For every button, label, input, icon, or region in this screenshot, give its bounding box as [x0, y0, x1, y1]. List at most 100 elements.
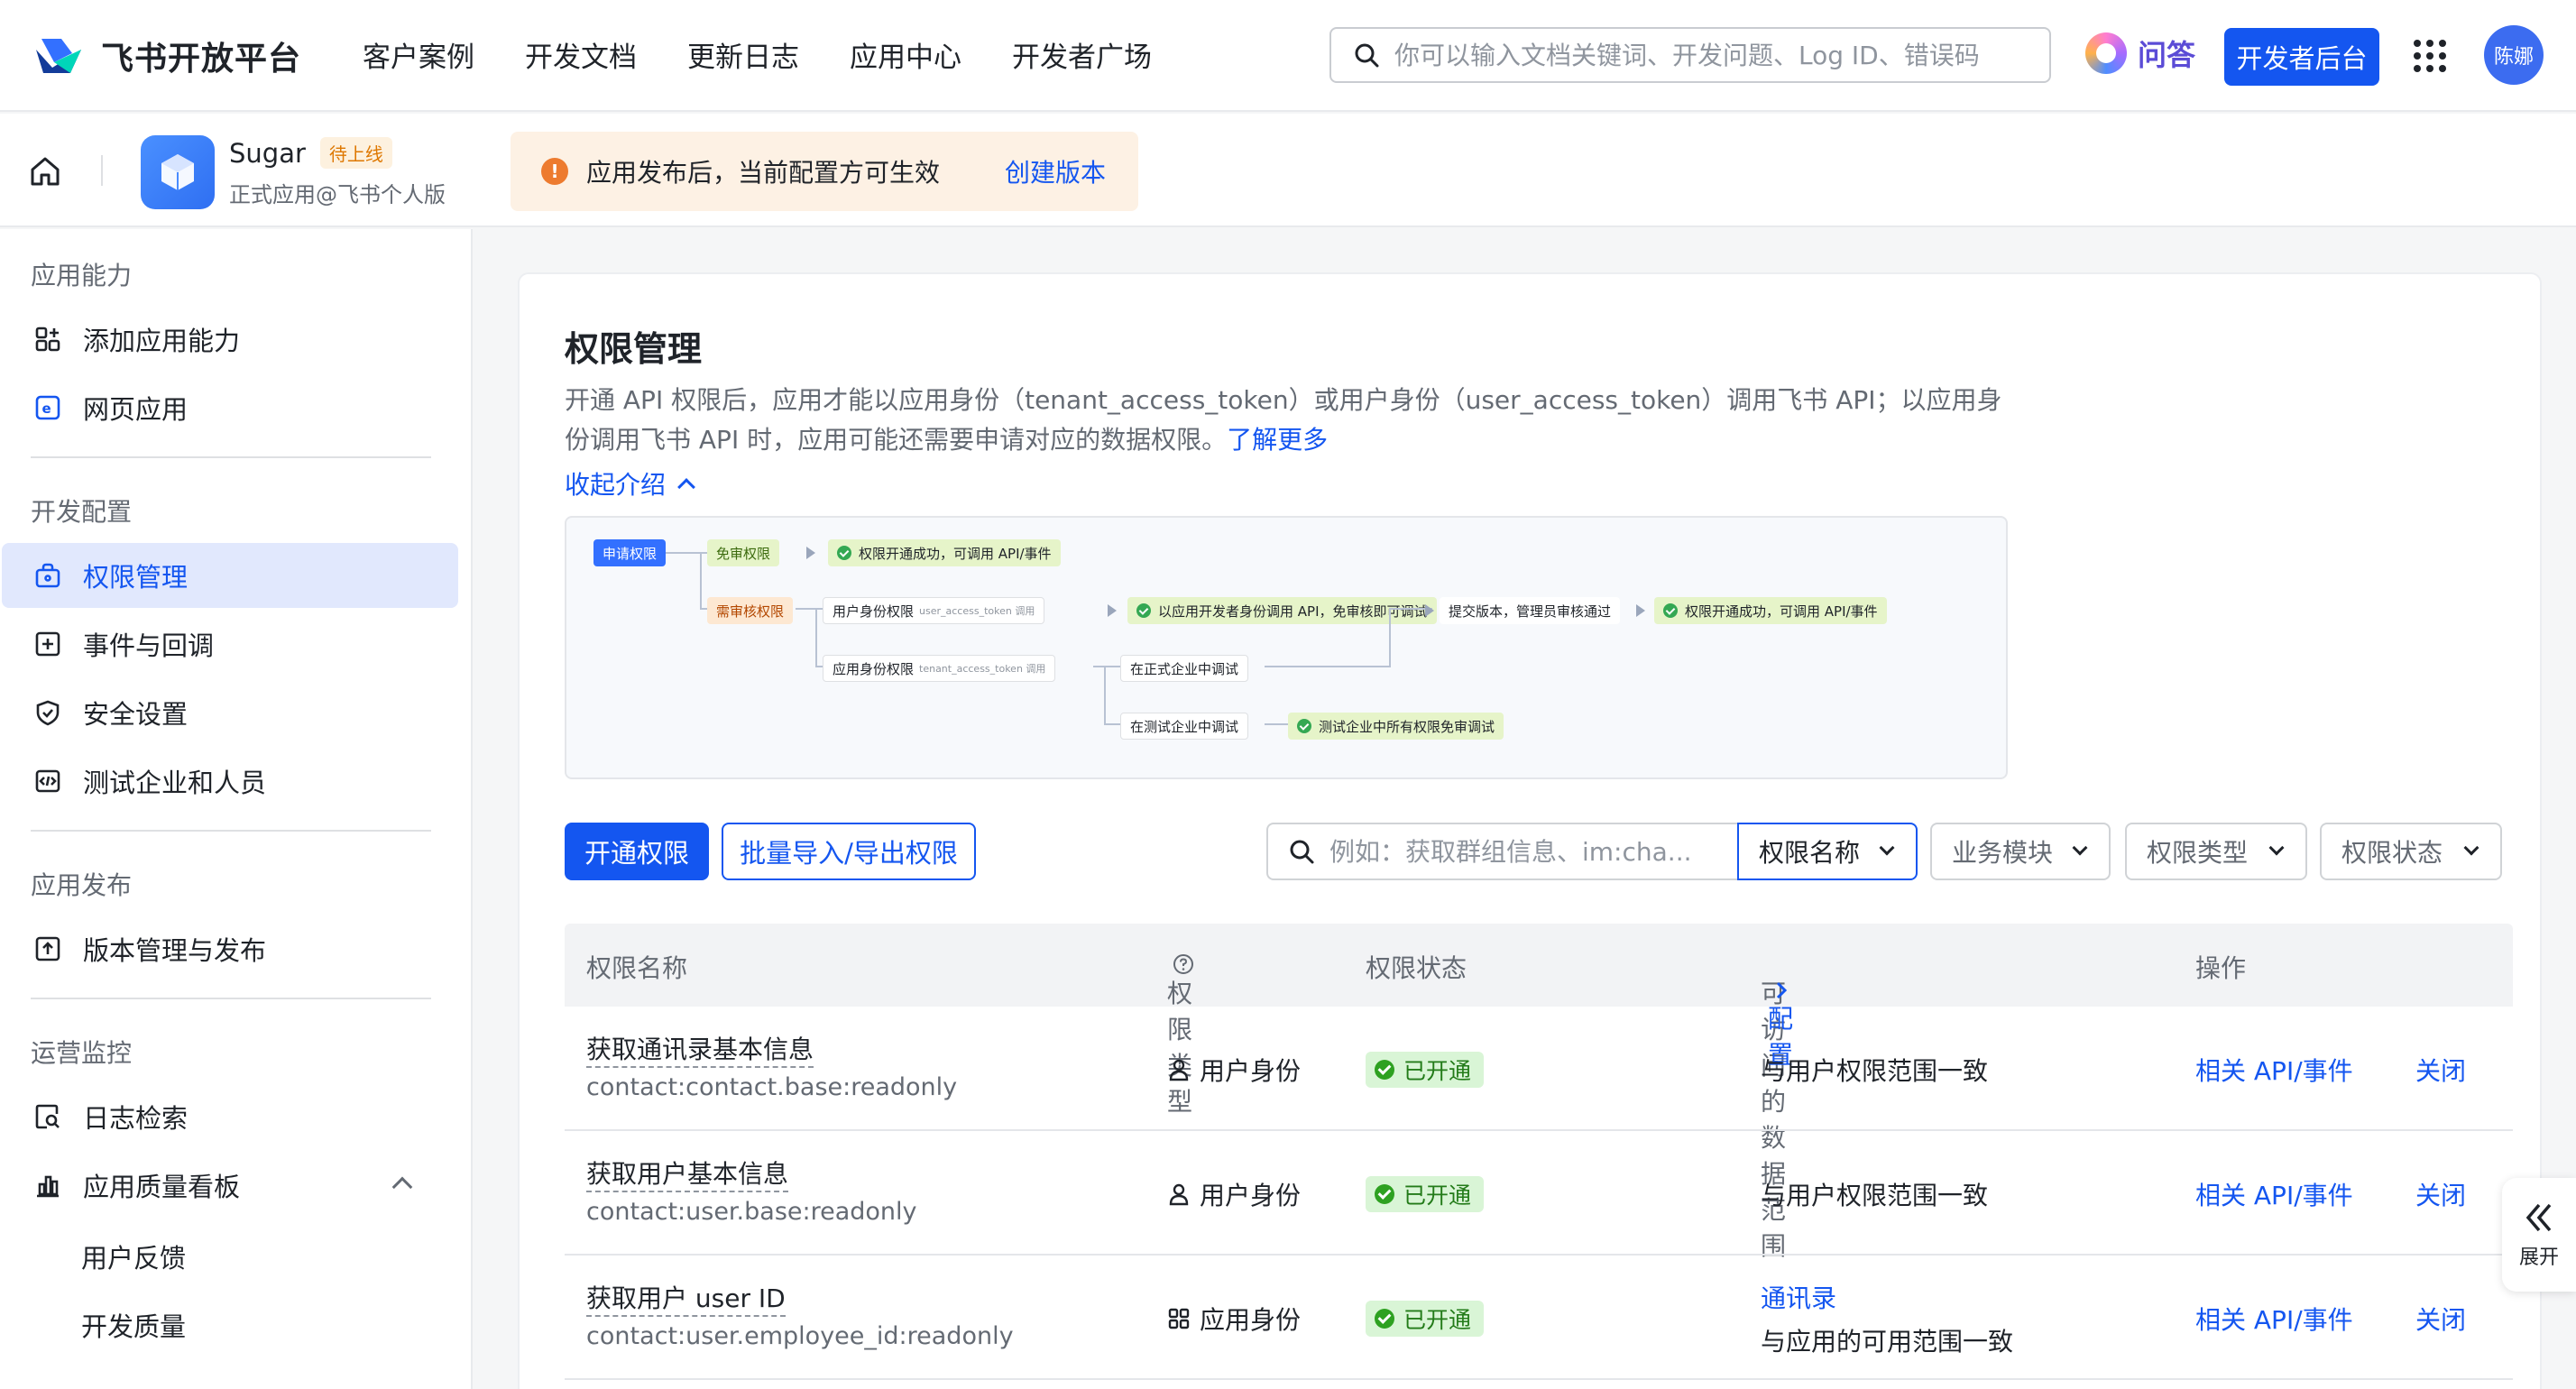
filter-permission-type-select[interactable]: 权限类型 [2125, 823, 2307, 880]
app-info-bar: Sugar 待上线 正式应用@飞书个人版 ! 应用发布后，当前配置方可生效 创建… [0, 114, 2576, 227]
sidebar-item-events[interactable]: 事件与回调 [2, 612, 458, 676]
nav-dev-docs[interactable]: 开发文档 [525, 34, 637, 75]
app-launcher-icon[interactable] [2414, 40, 2446, 72]
scope-contacts-link[interactable]: 通讯录 [1761, 1279, 1836, 1315]
data-scope: 与应用的可用范围一致 [1761, 1327, 2014, 1357]
double-chevron-left-icon [2525, 1203, 2552, 1232]
sidebar-item-version-release[interactable]: 版本管理与发布 [2, 916, 458, 981]
chevron-down-icon [1879, 840, 1895, 856]
flow-line [1104, 666, 1106, 725]
developer-console-button[interactable]: 开发者后台 [2224, 28, 2379, 86]
permission-name[interactable]: 获取通讯录基本信息 [586, 1030, 814, 1068]
user-avatar[interactable]: 陈娜 [2484, 25, 2544, 85]
help-icon[interactable] [1173, 953, 1194, 975]
col-header-name: 权限名称 [586, 953, 688, 983]
close-permission-link[interactable]: 关闭 [2415, 1052, 2466, 1088]
upload-icon [32, 934, 63, 964]
divider [31, 456, 431, 458]
nav-changelog[interactable]: 更新日志 [687, 34, 799, 75]
app-subtitle: 正式应用@飞书个人版 [229, 182, 446, 207]
permission-type: 用户身份 [1167, 1052, 1301, 1088]
permission-search-input[interactable] [1329, 836, 1708, 867]
grid-add-icon [32, 324, 63, 354]
check-circle-icon [1375, 1309, 1394, 1329]
permission-code: contact:contact.base:readonly [586, 1073, 958, 1101]
user-icon [1169, 1183, 1189, 1206]
sidebar-item-label: 权限管理 [83, 562, 189, 593]
create-version-link[interactable]: 创建版本 [1005, 153, 1106, 189]
filter-permission-status-select[interactable]: 权限状态 [2320, 823, 2502, 880]
flow-test-debug: 在测试企业中调试 [1120, 713, 1249, 740]
arrow-icon [1108, 604, 1117, 617]
sidebar-item-label: 测试企业和人员 [83, 768, 267, 798]
close-permission-link[interactable]: 关闭 [2415, 1176, 2466, 1212]
batch-import-export-button[interactable]: 批量导入/导出权限 [722, 823, 976, 880]
chevron-up-icon [677, 478, 695, 496]
sidebar-subitem-dev-quality[interactable]: 开发质量 [81, 1306, 186, 1344]
permission-search-box[interactable] [1266, 823, 1737, 880]
logo-text: 飞书开放平台 [101, 41, 302, 78]
related-api-link[interactable]: 相关 API/事件 [2195, 1176, 2353, 1212]
sidebar-item-label: 安全设置 [83, 699, 189, 730]
related-api-link[interactable]: 相关 API/事件 [2195, 1052, 2353, 1088]
publish-notice: ! 应用发布后，当前配置方可生效 创建版本 [511, 132, 1138, 211]
flow-line [700, 608, 707, 610]
close-permission-link[interactable]: 关闭 [2415, 1301, 2466, 1337]
home-icon[interactable] [27, 153, 63, 189]
chart-icon [32, 1170, 63, 1200]
doc-search-box[interactable] [1329, 27, 2051, 83]
expand-label: 展开 [2518, 1246, 2559, 1269]
related-api-link[interactable]: 相关 API/事件 [2195, 1301, 2353, 1337]
sidebar-group-dev-config: 开发配置 [31, 497, 133, 527]
filter-permission-name-select[interactable]: 权限名称 [1737, 823, 1918, 880]
expand-panel-button[interactable]: 展开 [2502, 1178, 2576, 1292]
permission-name-text: 获取用户 user ID [586, 1283, 786, 1317]
status-badge: 已开通 [1366, 1176, 1485, 1212]
col-header-actions: 操作 [2195, 953, 2247, 983]
permission-name[interactable]: 获取用户基本信息 [586, 1154, 789, 1192]
chevron-up-icon[interactable] [391, 1176, 413, 1198]
sidebar-item-security[interactable]: 安全设置 [2, 680, 458, 745]
sidebar-item-quality-board[interactable]: 应用质量看板 [2, 1153, 458, 1218]
check-icon [1297, 719, 1311, 733]
flow-review-permission: 需审核权限 [707, 597, 794, 624]
flow-apply-permission: 申请权限 [593, 539, 667, 566]
doc-search-input[interactable] [1394, 40, 2026, 70]
nav-app-center[interactable]: 应用中心 [850, 34, 961, 75]
flow-line [1104, 723, 1120, 725]
learn-more-link[interactable]: 了解更多 [1227, 425, 1328, 455]
feishu-open-platform-logo[interactable]: 飞书开放平台 [34, 32, 301, 79]
sidebar-subitem-user-feedback[interactable]: 用户反馈 [81, 1237, 186, 1275]
permission-code: contact:user.base:readonly [586, 1198, 917, 1226]
arrow-icon [806, 547, 815, 559]
nav-dev-plaza[interactable]: 开发者广场 [1012, 34, 1152, 75]
search-icon [1355, 43, 1379, 68]
table-row: 获取用户基本信息 contact:user.base:readonly 用户身份… [565, 1131, 2513, 1256]
collapse-intro-button[interactable]: 收起介绍 [565, 465, 695, 501]
table-row: 获取用户 user ID contact:user.employee_id:re… [565, 1256, 2513, 1380]
qa-button[interactable]: 问答 [2085, 32, 2195, 74]
scope-config-link[interactable]: 配置 [1768, 974, 1793, 1070]
check-icon [1663, 603, 1678, 618]
svg-text:e: e [42, 400, 51, 417]
sidebar-item-log-search[interactable]: 日志检索 [2, 1084, 458, 1149]
app-grid-icon [1168, 1308, 1190, 1329]
sidebar-item-add-capability[interactable]: 添加应用能力 [2, 307, 458, 372]
divider [31, 998, 431, 999]
flow-app-permission-text: 应用身份权限 [833, 660, 915, 677]
sidebar-item-test-org[interactable]: 测试企业和人员 [2, 749, 458, 814]
sidebar-item-web-app[interactable]: e 网页应用 [2, 375, 458, 440]
sidebar: 应用能力 添加应用能力 e 网页应用 开发配置 权限管理 事件与回调 安全设置 … [0, 229, 473, 1389]
flow-line [1389, 608, 1391, 667]
filter-business-module-select[interactable]: 业务模块 [1930, 823, 2111, 880]
permission-name[interactable]: 获取用户 user ID [586, 1279, 786, 1317]
sidebar-item-permissions[interactable]: 权限管理 [2, 543, 458, 608]
ai-qa-icon [2085, 32, 2127, 74]
permission-type: 应用身份 [1167, 1301, 1301, 1337]
chevron-down-icon [2268, 840, 2285, 856]
permission-flow-diagram: 申请权限 免审权限 权限开通成功，可调用 API/事件 需审核权限 用户身份权限… [565, 516, 2008, 779]
nav-customer-cases[interactable]: 客户案例 [363, 34, 474, 75]
code-icon [32, 766, 63, 796]
open-permission-button[interactable]: 开通权限 [565, 823, 709, 880]
notice-text: 应用发布后，当前配置方可生效 [586, 158, 941, 188]
